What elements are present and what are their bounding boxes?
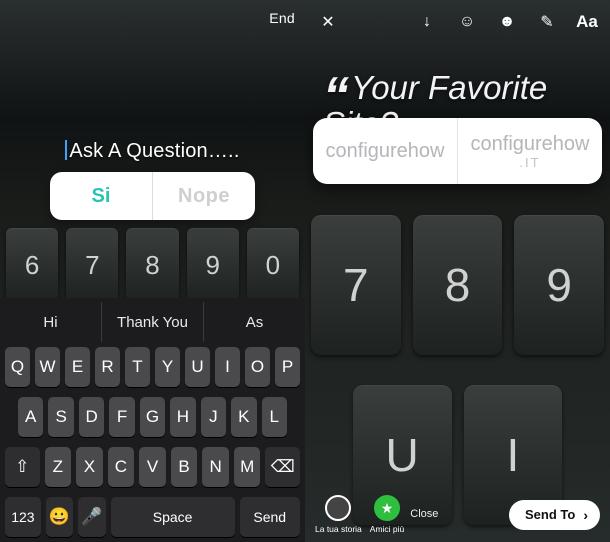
target-label: Amici più (370, 524, 404, 534)
key-shift[interactable]: ⇧ (5, 447, 40, 487)
close-button[interactable]: Close (410, 508, 438, 521)
key-space[interactable]: Space (111, 497, 235, 537)
story-share-screen: 7 8 9 U I ✕ ↓ ☺ ☻ ✎ Aa “Your Favorite Si… (305, 0, 610, 542)
close-friends-target[interactable]: ★ Amici più (370, 495, 404, 534)
your-story-target[interactable]: La tua storia (315, 495, 362, 534)
key-b[interactable]: B (171, 447, 198, 487)
quote-mark-icon: “ (323, 86, 349, 107)
key-z[interactable]: Z (45, 447, 72, 487)
sticker-icon[interactable]: ☻ (496, 11, 518, 33)
key-n[interactable]: N (202, 447, 229, 487)
story-toolbar: ✕ ↓ ☺ ☻ ✎ Aa (305, 0, 610, 44)
poll-option-sublabel: .IT (519, 156, 540, 169)
bg-physical-key: 9 (514, 215, 604, 355)
key-e[interactable]: E (65, 347, 90, 387)
bg-physical-key: 8 (126, 228, 178, 302)
key-backspace[interactable]: ⌫ (265, 447, 300, 487)
key-c[interactable]: C (108, 447, 135, 487)
poll-question-placeholder: Ask A Question….. (69, 140, 239, 162)
keyboard-suggestion[interactable]: Thank You (101, 302, 203, 342)
bg-physical-key: 8 (413, 215, 503, 355)
bg-physical-key: 9 (187, 228, 239, 302)
key-w[interactable]: W (35, 347, 60, 387)
key-j[interactable]: J (201, 397, 226, 437)
key-t[interactable]: T (125, 347, 150, 387)
key-x[interactable]: X (76, 447, 103, 487)
download-icon[interactable]: ↓ (416, 11, 438, 33)
key-g[interactable]: G (140, 397, 165, 437)
poll-sticker[interactable]: configurehow configurehow .IT (313, 118, 602, 184)
key-i[interactable]: I (215, 347, 240, 387)
key-s[interactable]: S (48, 397, 73, 437)
bg-physical-key: 7 (66, 228, 118, 302)
poll-question-input[interactable]: Ask A Question….. (0, 140, 305, 163)
end-button[interactable]: End (269, 10, 295, 26)
poll-option-yes[interactable]: Si (50, 172, 152, 220)
close-icon[interactable]: ✕ (317, 11, 339, 33)
poll-option-right[interactable]: configurehow .IT (457, 118, 602, 184)
key-f[interactable]: F (109, 397, 134, 437)
key-h[interactable]: H (170, 397, 195, 437)
target-label: La tua storia (315, 524, 362, 534)
bg-physical-key: 0 (247, 228, 299, 302)
share-bar: La tua storia ★ Amici più Close Send To … (305, 495, 610, 534)
key-p[interactable]: P (275, 347, 300, 387)
star-icon: ★ (374, 495, 400, 521)
poll-option-label: configurehow (471, 134, 590, 154)
face-filter-icon[interactable]: ☺ (456, 11, 478, 33)
draw-icon[interactable]: ✎ (536, 11, 558, 33)
text-icon[interactable]: Aa (576, 11, 598, 33)
key-k[interactable]: K (231, 397, 256, 437)
key-d[interactable]: D (79, 397, 104, 437)
bg-physical-key: 7 (311, 215, 401, 355)
key-y[interactable]: Y (155, 347, 180, 387)
key-q[interactable]: Q (5, 347, 30, 387)
key-v[interactable]: V (139, 447, 166, 487)
story-poll-editor-screen: 6 7 8 9 0 End Ask A Question….. Si Nope … (0, 0, 305, 542)
poll-sticker[interactable]: Si Nope (50, 172, 255, 220)
keyboard-suggestion[interactable]: Hi (0, 302, 101, 342)
send-to-label: Send To (525, 507, 575, 522)
key-o[interactable]: O (245, 347, 270, 387)
send-to-button[interactable]: Send To › (509, 500, 600, 530)
poll-option-label: configurehow (326, 141, 445, 161)
keyboard-suggestion[interactable]: As (203, 302, 305, 342)
key-send[interactable]: Send (240, 497, 301, 537)
keyboard-suggestion-bar: Hi Thank You As (0, 302, 305, 342)
text-cursor (65, 140, 67, 160)
avatar (325, 495, 351, 521)
ios-keyboard: Hi Thank You As Q W E R T Y U I O P A S … (0, 298, 305, 542)
bg-physical-key: 6 (6, 228, 58, 302)
poll-option-left[interactable]: configurehow (313, 118, 457, 184)
key-r[interactable]: R (95, 347, 120, 387)
key-a[interactable]: A (18, 397, 43, 437)
chevron-right-icon: › (583, 507, 588, 523)
key-emoji[interactable]: 😀 (46, 497, 74, 537)
key-m[interactable]: M (234, 447, 261, 487)
key-numbers[interactable]: 123 (5, 497, 41, 537)
key-mic[interactable]: 🎤 (78, 497, 106, 537)
poll-option-no[interactable]: Nope (152, 172, 255, 220)
key-l[interactable]: L (262, 397, 287, 437)
key-u[interactable]: U (185, 347, 210, 387)
